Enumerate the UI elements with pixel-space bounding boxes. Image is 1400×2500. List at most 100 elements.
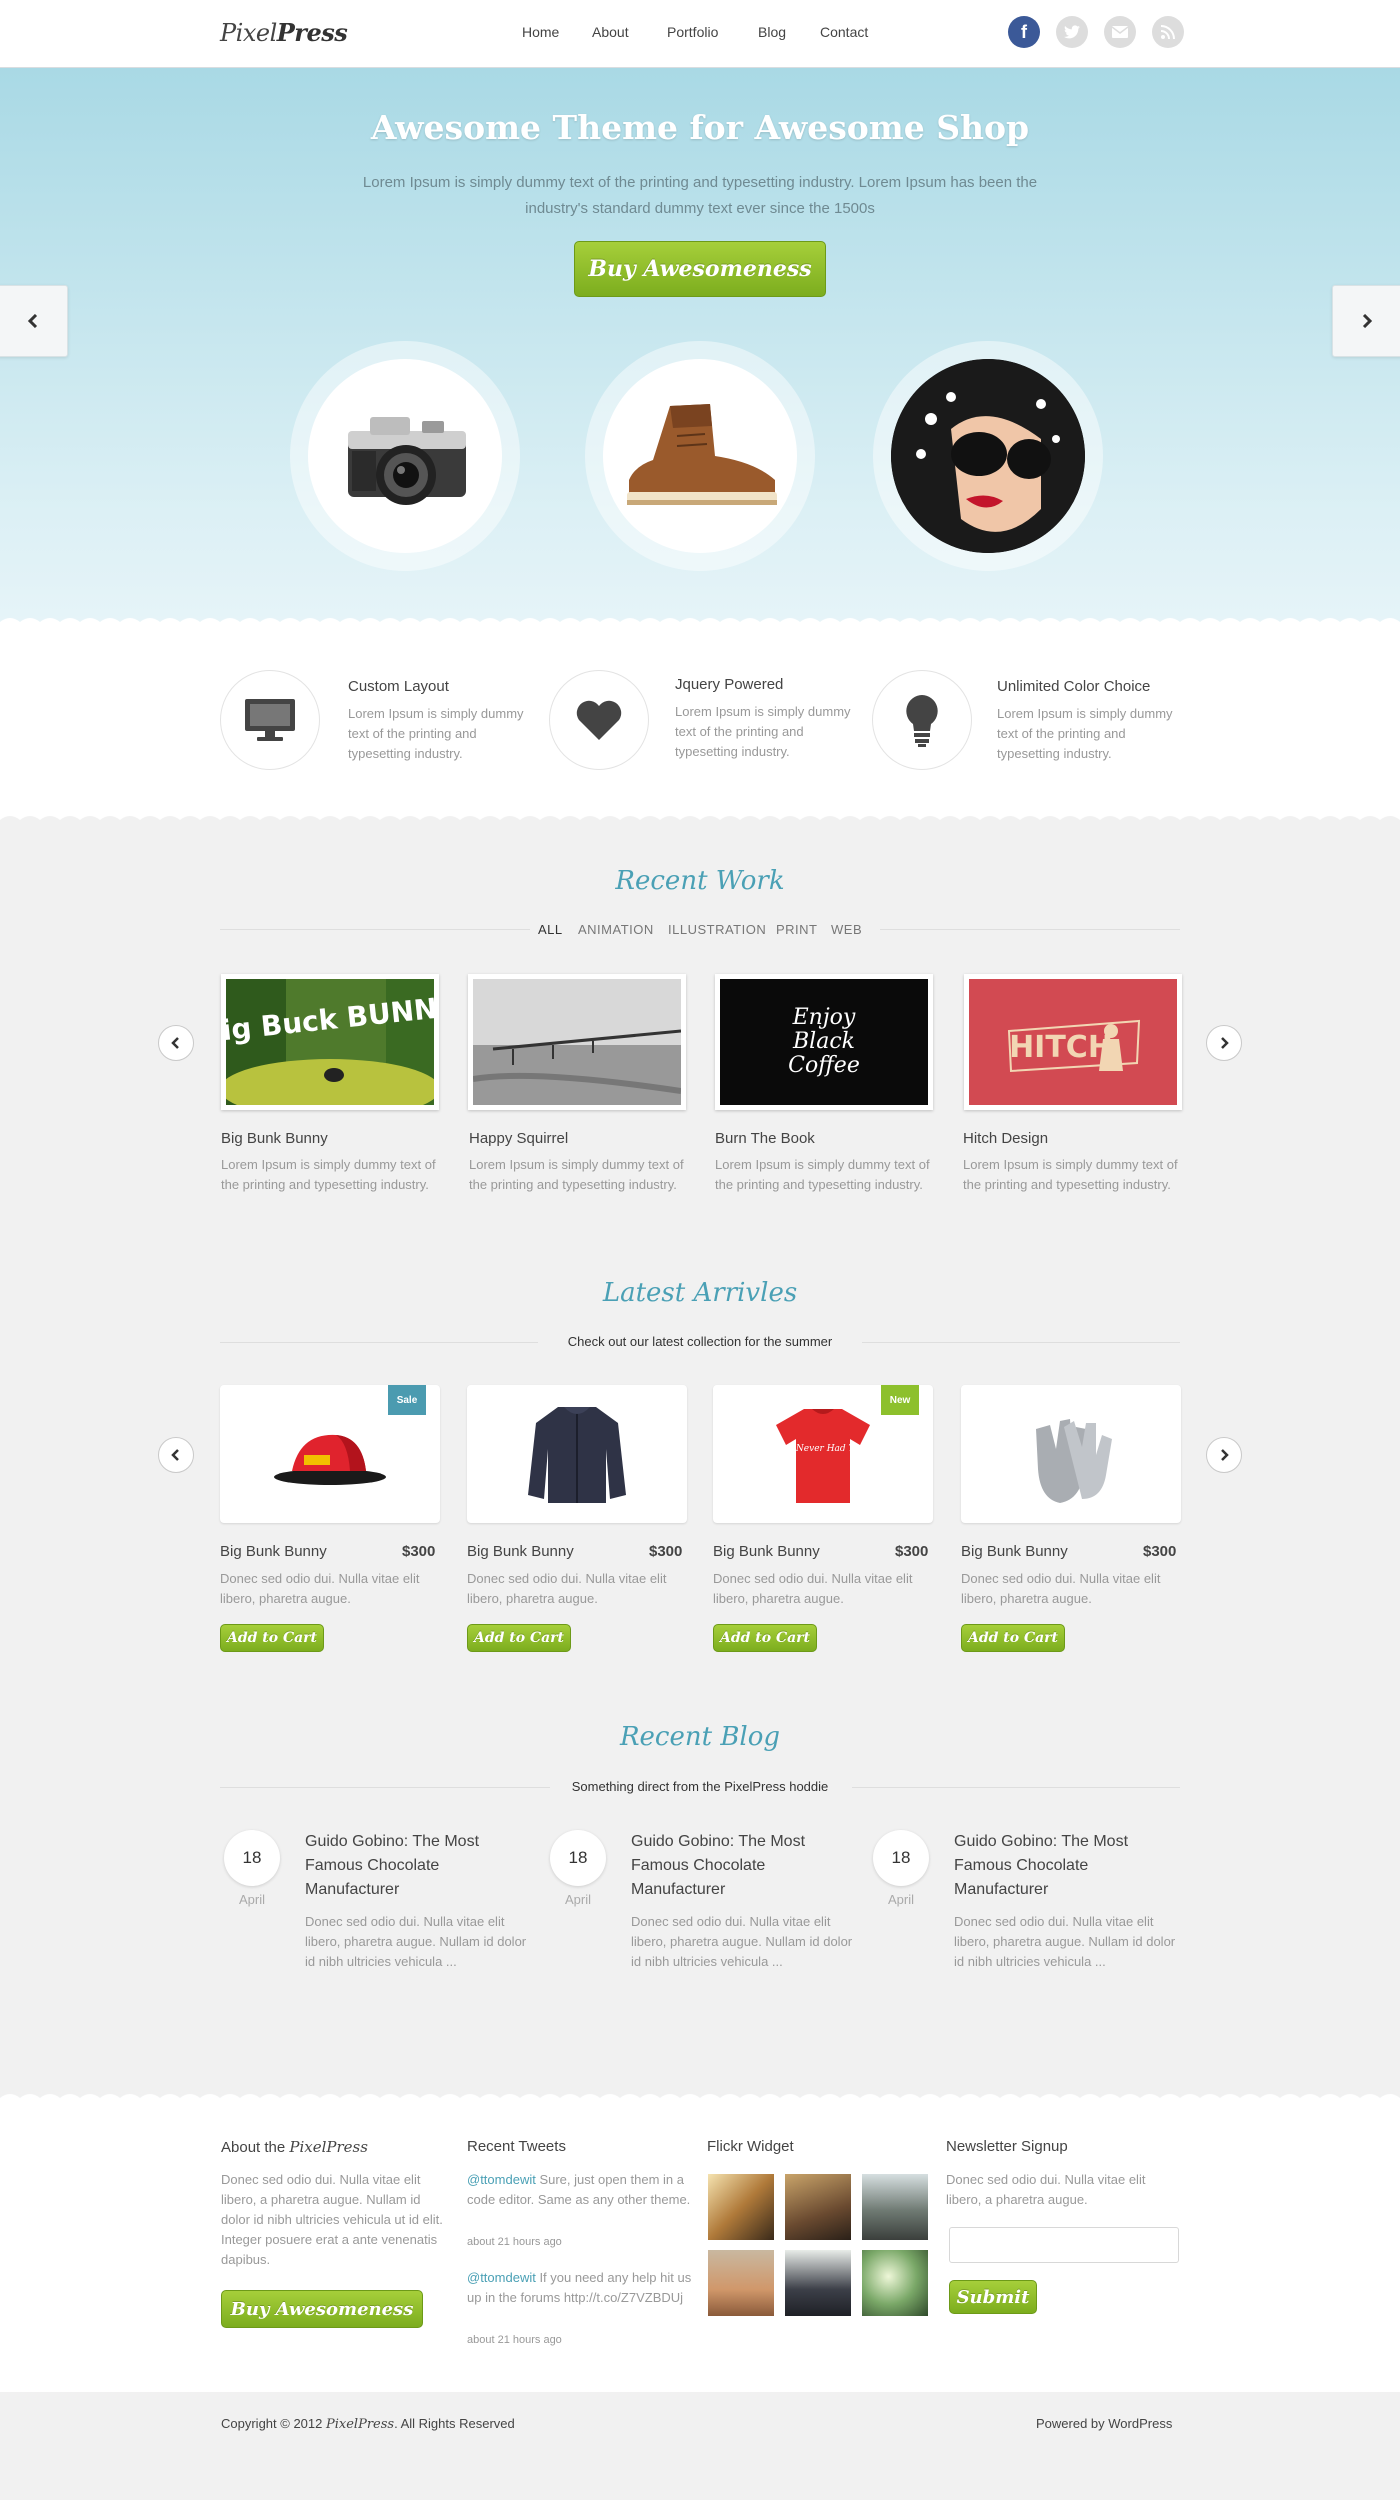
work-title[interactable]: Happy Squirrel	[469, 1130, 568, 1147]
filter-all[interactable]: ALL	[538, 922, 563, 937]
add-to-cart-button[interactable]: Add to Cart	[961, 1624, 1065, 1652]
filter-print[interactable]: PRINT	[776, 922, 818, 937]
flickr-photo[interactable]	[862, 2250, 928, 2316]
sale-badge: Sale	[388, 1385, 426, 1415]
product-text: Donec sed odio dui. Nulla vitae elit lib…	[961, 1571, 1161, 1606]
work-prev-button[interactable]	[158, 1025, 194, 1061]
work-thumbnail[interactable]: HITCH	[964, 974, 1182, 1110]
hero-text: Lorem Ipsum is simply dummy text of the …	[362, 174, 1038, 217]
slider-prev-button[interactable]	[0, 285, 68, 357]
products-next-button[interactable]	[1206, 1437, 1242, 1473]
flickr-photo[interactable]	[785, 2174, 851, 2240]
recent-work-title: Recent Work	[615, 866, 785, 896]
product-card[interactable]	[467, 1385, 687, 1523]
work-thumbnail[interactable]: Big Buck BUNNY	[221, 974, 439, 1110]
product-title[interactable]: Big Bunk Bunny	[713, 1543, 820, 1560]
nav-portfolio[interactable]: Portfolio	[667, 24, 718, 40]
facebook-icon[interactable]: f	[1008, 16, 1040, 48]
work-title[interactable]: Big Bunk Bunny	[221, 1130, 328, 1147]
work-next-button[interactable]	[1206, 1025, 1242, 1061]
nav-home[interactable]: Home	[522, 24, 559, 40]
latest-arrivals-title: Latest Arrivles	[602, 1278, 798, 1308]
product-text: Donec sed odio dui. Nulla vitae elit lib…	[713, 1571, 913, 1606]
logo-bold: Press	[276, 18, 348, 47]
newsletter-text: Donec sed odio dui. Nulla vitae elit lib…	[946, 2172, 1146, 2207]
newsletter-email-input[interactable]	[949, 2227, 1179, 2263]
add-to-cart-button[interactable]: Add to Cart	[467, 1624, 571, 1652]
product-card[interactable]	[961, 1385, 1181, 1523]
product-card[interactable]: Ain't Never Had Them New	[713, 1385, 933, 1523]
jacket-image	[528, 1407, 626, 1503]
blog-subtitle: Something direct from the PixelPress hod…	[571, 1779, 829, 1794]
slider-next-button[interactable]	[1332, 285, 1400, 357]
rss-icon[interactable]	[1152, 16, 1184, 48]
products-prev-button[interactable]	[158, 1437, 194, 1473]
post-title[interactable]: Guido Gobino: The Most Famous Chocolate …	[631, 1830, 841, 1902]
shirt-print: Ain't Never Had Them	[771, 1444, 874, 1454]
flickr-title: Flickr Widget	[707, 2138, 794, 2155]
chevron-right-icon	[1221, 1449, 1229, 1461]
hero-item-woman[interactable]	[873, 341, 1103, 571]
post-date-month: April	[238, 1892, 265, 1907]
thumb-text: Enjoy Black Coffee	[788, 1005, 860, 1078]
wave-divider	[0, 816, 1400, 826]
hero-item-camera[interactable]	[290, 341, 520, 571]
nav-blog[interactable]: Blog	[758, 24, 786, 40]
work-text: Lorem Ipsum is simply dummy text of the …	[469, 1157, 684, 1192]
hero-item-boot[interactable]	[585, 341, 815, 571]
add-to-cart-button[interactable]: Add to Cart	[713, 1624, 817, 1652]
copyright-brand: PixelPress	[325, 2417, 395, 2432]
product-title[interactable]: Big Bunk Bunny	[467, 1543, 574, 1560]
tweet: @ttomdewit If you need any help hit us u…	[467, 2270, 692, 2305]
add-to-cart-button[interactable]: Add to Cart	[220, 1624, 324, 1652]
flickr-photo[interactable]	[862, 2174, 928, 2240]
work-text: Lorem Ipsum is simply dummy text of the …	[963, 1157, 1178, 1192]
product-text: Donec sed odio dui. Nulla vitae elit lib…	[220, 1571, 420, 1606]
flickr-photo[interactable]	[708, 2250, 774, 2316]
latest-subtitle: Check out our latest collection for the …	[567, 1334, 833, 1349]
nav-about[interactable]: About	[592, 24, 629, 40]
filter-illustration[interactable]: ILLUSTRATION	[668, 922, 766, 937]
newsletter-title: Newsletter Signup	[946, 2138, 1068, 2155]
product-price: $300	[895, 1543, 929, 1560]
product-title[interactable]: Big Bunk Bunny	[961, 1543, 1068, 1560]
chevron-left-icon	[171, 1037, 179, 1049]
monitor-icon	[220, 670, 320, 770]
post-date-day: 18	[224, 1830, 280, 1886]
work-thumbnail[interactable]	[468, 974, 686, 1110]
about-brand: PixelPress	[289, 2138, 368, 2156]
work-text: Lorem Ipsum is simply dummy text of the …	[221, 1157, 436, 1192]
feature-title: Unlimited Color Choice	[997, 678, 1151, 695]
tweet-handle[interactable]: @ttomdewit	[467, 2172, 536, 2187]
submit-button[interactable]: Submit	[949, 2280, 1037, 2314]
feature-text: Lorem Ipsum is simply dummy text of the …	[348, 706, 524, 761]
product-price: $300	[1143, 1543, 1177, 1560]
footer-buy-button[interactable]: Buy Awesomeness	[221, 2290, 423, 2328]
product-title[interactable]: Big Bunk Bunny	[220, 1543, 327, 1560]
nav-contact[interactable]: Contact	[820, 24, 868, 40]
twitter-icon[interactable]	[1056, 16, 1088, 48]
flickr-photo[interactable]	[785, 2250, 851, 2316]
work-title[interactable]: Burn The Book	[715, 1130, 815, 1147]
tweet: @ttomdewit Sure, just open them in a cod…	[467, 2172, 691, 2207]
chevron-left-icon	[171, 1449, 179, 1461]
post-title[interactable]: Guido Gobino: The Most Famous Chocolate …	[305, 1830, 515, 1902]
post-excerpt: Donec sed odio dui. Nulla vitae elit lib…	[954, 1914, 1176, 1969]
tweet-handle[interactable]: @ttomdewit	[467, 2270, 536, 2285]
buy-awesomeness-button[interactable]: Buy Awesomeness	[574, 241, 826, 297]
logo[interactable]: PixelPress	[220, 18, 348, 47]
about-text: Donec sed odio dui. Nulla vitae elit lib…	[221, 2172, 443, 2267]
boot-image	[603, 359, 797, 553]
filter-web[interactable]: WEB	[831, 922, 862, 937]
thumb-text: HITCH	[1009, 1030, 1113, 1065]
work-title[interactable]: Hitch Design	[963, 1130, 1048, 1147]
post-title[interactable]: Guido Gobino: The Most Famous Chocolate …	[954, 1830, 1164, 1902]
email-icon[interactable]	[1104, 16, 1136, 48]
filter-animation[interactable]: ANIMATION	[578, 922, 654, 937]
flickr-photo[interactable]	[708, 2174, 774, 2240]
work-thumbnail[interactable]: Enjoy Black Coffee	[715, 974, 933, 1110]
product-card[interactable]: Sale	[220, 1385, 440, 1523]
product-text: Donec sed odio dui. Nulla vitae elit lib…	[467, 1571, 667, 1606]
tweet-time: about 21 hours ago	[467, 2236, 562, 2248]
powered-by-link[interactable]: Powered by WordPress	[1036, 2416, 1172, 2431]
